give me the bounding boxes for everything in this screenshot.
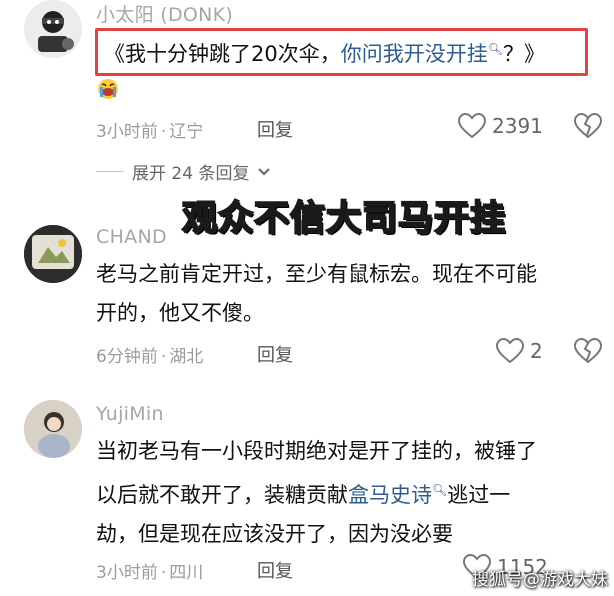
cartoon-avatar-icon: [24, 0, 82, 58]
video-caption: 观众不信大司马开挂: [181, 198, 507, 240]
heart-icon: [496, 338, 524, 364]
avatar[interactable]: [24, 225, 82, 283]
chevron-down-icon: [258, 167, 271, 175]
reply-button[interactable]: 回复: [257, 116, 293, 142]
search-link[interactable]: 你问我开没开挂: [341, 42, 488, 66]
comment-text: 老马之前肯定开过，至少有鼠标宏。现在不可能: [96, 262, 537, 286]
comment-meta: 3小时前 · 四川: [96, 558, 203, 583]
reply-button[interactable]: 回复: [257, 557, 293, 583]
separator: ·: [160, 563, 167, 583]
separator: ·: [160, 122, 167, 142]
location: 四川: [169, 563, 204, 583]
search-link[interactable]: 盒马史诗: [348, 483, 432, 507]
watermark: 搜狐号@游戏大妹: [472, 570, 608, 590]
like-count: 2391: [492, 114, 543, 138]
broken-heart-icon[interactable]: [573, 113, 603, 139]
comment-text: 当初老马有一小段时期绝对是开了挂的，被锤了: [96, 439, 537, 463]
like-count: 2: [530, 339, 543, 363]
username[interactable]: 小太阳 (DONK): [96, 0, 233, 27]
location: 湖北: [169, 347, 204, 367]
heart-icon: [458, 113, 486, 139]
like-button[interactable]: 2: [496, 338, 543, 364]
avatar[interactable]: [24, 0, 82, 58]
comment-text: 开的，他又不傻。: [96, 301, 264, 325]
comment-text-line: 以后就不敢开了，装糖贡献盒马史诗🔍︎逃过一: [96, 471, 537, 515]
crying-face-emoji: [98, 79, 118, 99]
separator: ·: [160, 347, 167, 367]
photo-avatar-icon: [24, 400, 82, 458]
timestamp: 3小时前: [96, 122, 158, 142]
username[interactable]: YujiMin: [96, 403, 164, 425]
comment-content: 老马之前肯定开过，至少有鼠标宏。现在不可能 开的，他又不傻。: [96, 255, 537, 333]
comment-text: 《我十分钟跳了20次伞，: [104, 42, 341, 66]
avatar[interactable]: [24, 400, 82, 458]
like-button[interactable]: 2391: [458, 113, 543, 139]
timestamp: 3小时前: [96, 563, 158, 583]
comment-text: 劫，但是现在应该没开了，因为没必要: [96, 522, 453, 546]
comment-content: 当初老马有一小段时期绝对是开了挂的，被锤了 以后就不敢开了，装糖贡献盒马史诗🔍︎…: [96, 432, 537, 554]
photo-avatar-icon: [24, 225, 82, 283]
comment-text: ？》: [502, 42, 545, 66]
divider-line: [96, 171, 124, 172]
comment-meta: 3小时前 · 辽宁: [96, 117, 203, 142]
comment-meta: 6分钟前 · 湖北: [96, 342, 203, 367]
expand-replies-label: 展开 24 条回复: [132, 164, 250, 184]
location: 辽宁: [169, 122, 204, 142]
comment-text: 以后就不敢开了，装糖贡献: [96, 483, 348, 507]
comment-text: 逃过一: [447, 483, 511, 507]
comment-content: 《我十分钟跳了20次伞，你问我开没开挂🔍︎？》: [104, 30, 545, 74]
reply-button[interactable]: 回复: [257, 341, 293, 367]
search-icon[interactable]: 🔍︎: [488, 42, 503, 56]
search-icon[interactable]: 🔍︎: [432, 483, 447, 497]
timestamp: 6分钟前: [96, 347, 158, 367]
broken-heart-icon[interactable]: [573, 338, 603, 364]
expand-replies-button[interactable]: 展开 24 条回复: [96, 159, 271, 184]
username[interactable]: CHAND: [96, 226, 167, 248]
